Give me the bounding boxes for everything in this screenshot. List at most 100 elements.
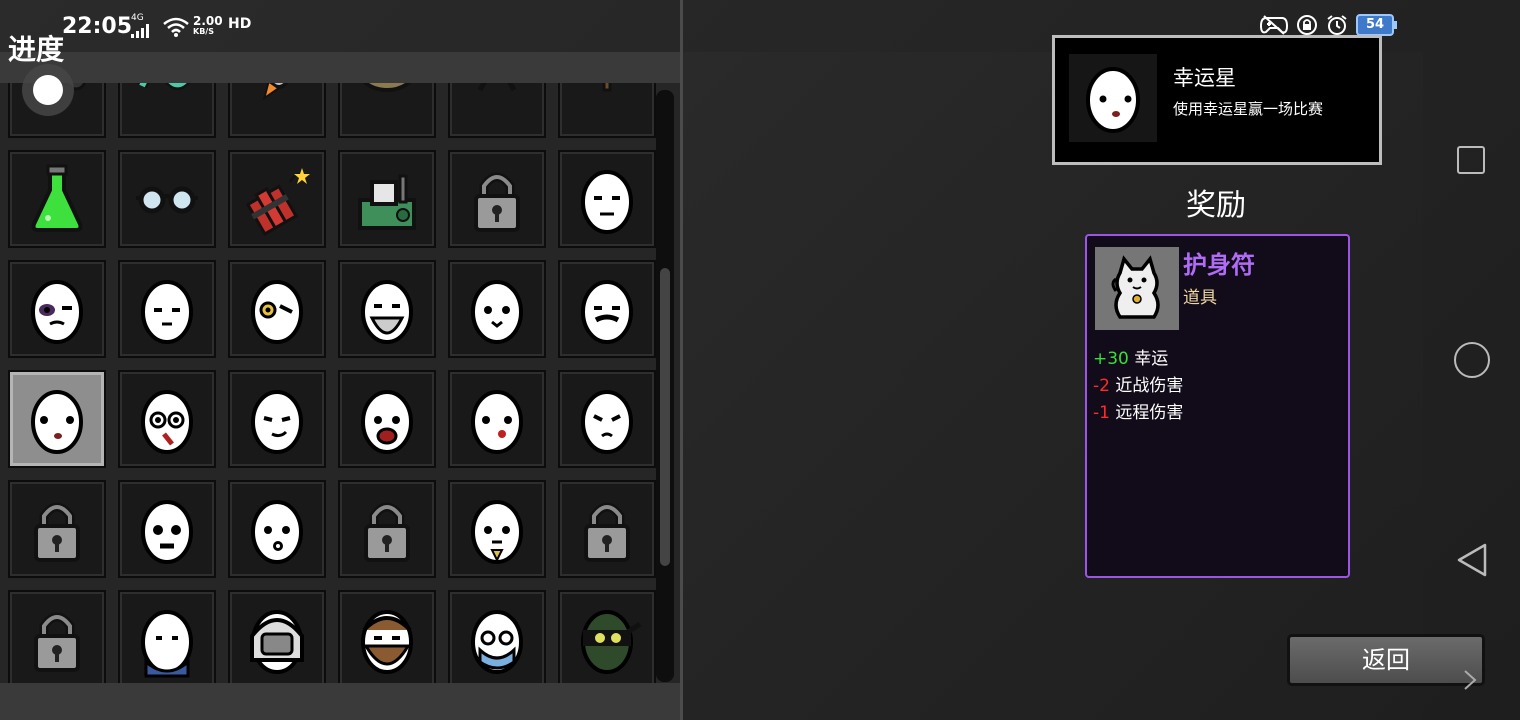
stat-line: -1 远程伤害 (1093, 400, 1183, 427)
stat-value: +30 (1093, 349, 1129, 369)
egg-helmet-icon (250, 610, 304, 674)
collection-slot[interactable] (8, 480, 106, 578)
lock-icon (34, 612, 80, 672)
reward-type: 道具 (1183, 288, 1217, 308)
rocket-icon (262, 83, 301, 101)
collection-slot[interactable] (338, 370, 436, 468)
grid-scrollbar[interactable] (656, 90, 674, 682)
collection-slot[interactable] (448, 83, 546, 138)
lock-icon (474, 172, 520, 232)
stat-value: -2 (1093, 376, 1110, 396)
hd-badge: HD (228, 16, 252, 32)
collection-slot[interactable] (558, 260, 656, 358)
tentacle-icon (137, 83, 190, 90)
collection-slot[interactable] (448, 590, 546, 683)
collection-slot[interactable] (118, 370, 216, 468)
egg-sly-icon (251, 390, 303, 454)
collection-slot[interactable] (228, 260, 326, 358)
back-button[interactable]: 返回 (1287, 634, 1485, 686)
collection-slot[interactable] (558, 370, 656, 468)
speed-unit: KB/S (193, 27, 214, 36)
egg-lucky-icon (1069, 54, 1157, 142)
lock-icon (584, 502, 630, 562)
collection-slot[interactable] (228, 150, 326, 248)
back-triangle-icon[interactable] (1455, 542, 1489, 578)
stat-value: -1 (1093, 403, 1110, 423)
machine-icon (358, 174, 416, 230)
collection-slot[interactable] (338, 480, 436, 578)
collection-slot[interactable] (228, 83, 326, 138)
wifi-icon (163, 17, 189, 37)
collection-slot[interactable] (228, 480, 326, 578)
collection-slot[interactable] (118, 260, 216, 358)
egg-tongue-icon (471, 390, 523, 454)
chevron-right-icon[interactable] (1460, 668, 1480, 692)
stat-label: 近战伤害 (1109, 376, 1184, 396)
collection-slot[interactable] (118, 480, 216, 578)
collection-slot[interactable] (448, 150, 546, 248)
collection-slot[interactable] (8, 590, 106, 683)
collection-slot[interactable] (338, 260, 436, 358)
egg-masked-icon (471, 610, 523, 674)
stat-line: -2 近战伤害 (1093, 373, 1183, 400)
reward-stats: +30 幸运 -2 近战伤害 -1 远程伤害 (1093, 346, 1183, 427)
lock-icon (364, 502, 410, 562)
egg-monocle-icon (251, 280, 303, 344)
floating-assist-button[interactable] (22, 64, 74, 116)
egg-whistle-icon (251, 500, 303, 564)
collection-slot[interactable] (558, 480, 656, 578)
tree-icon (602, 83, 612, 92)
egg-mustache-icon (581, 280, 633, 344)
achievement-description: 使用幸运星赢一场比赛 (1173, 100, 1324, 118)
collection-slot[interactable] (558, 590, 656, 683)
stat-label: 幸运 (1128, 349, 1169, 369)
net-speed: 2.00 KB/S (193, 15, 223, 37)
collection-slot[interactable] (228, 370, 326, 468)
page-title: 进度 (8, 33, 65, 66)
glasses-icon (136, 186, 198, 214)
reward-heading: 奖励 (1186, 188, 1246, 223)
collection-slot[interactable] (118, 590, 216, 683)
collection-slot[interactable] (118, 150, 216, 248)
achievement-title: 幸运星 (1173, 66, 1236, 90)
collection-slot[interactable] (448, 480, 546, 578)
money-bag-icon (362, 83, 412, 92)
collection-slot[interactable] (8, 260, 106, 358)
home-button[interactable] (1454, 342, 1490, 378)
egg-goatee-icon (471, 500, 523, 564)
scrollbar-thumb[interactable] (660, 268, 670, 566)
alarm-icon (1327, 15, 1347, 35)
collection-slot[interactable] (338, 83, 436, 138)
collection-slot[interactable] (338, 590, 436, 683)
egg-grumpy-icon (141, 500, 193, 564)
lock-icon (34, 502, 80, 562)
achievement-card: 幸运星 使用幸运星赢一场比赛 (1052, 35, 1382, 165)
lock-rotation-icon (1297, 15, 1317, 35)
collection-grid (8, 83, 656, 683)
turret-icon (477, 83, 517, 92)
collection-grid-viewport[interactable] (0, 83, 680, 683)
collection-slot[interactable] (338, 150, 436, 248)
egg-ninja-icon (581, 610, 642, 674)
collection-slot[interactable] (8, 370, 106, 468)
stat-label: 远程伤害 (1109, 403, 1184, 423)
lucky-cat-icon (1095, 247, 1179, 330)
egg-shout-icon (361, 390, 413, 454)
collection-slot[interactable] (118, 83, 216, 138)
speed-value: 2.00 (193, 14, 223, 28)
collection-slot[interactable] (558, 83, 656, 138)
collection-slot[interactable] (448, 370, 546, 468)
recent-apps-button[interactable] (1457, 146, 1485, 174)
collection-slot[interactable] (8, 150, 106, 248)
egg-bearded-icon (361, 610, 413, 674)
collection-slot[interactable] (558, 150, 656, 248)
egg-black-eye-icon (31, 280, 83, 344)
collection-slot[interactable] (228, 590, 326, 683)
egg-cute-icon (471, 280, 523, 344)
egg-frown-icon (581, 170, 633, 234)
egg-worried-icon (581, 390, 633, 454)
collection-slot[interactable] (448, 260, 546, 358)
egg-squint-icon (141, 280, 193, 344)
dynamite-icon (245, 168, 310, 237)
egg-suit-icon (141, 610, 193, 678)
